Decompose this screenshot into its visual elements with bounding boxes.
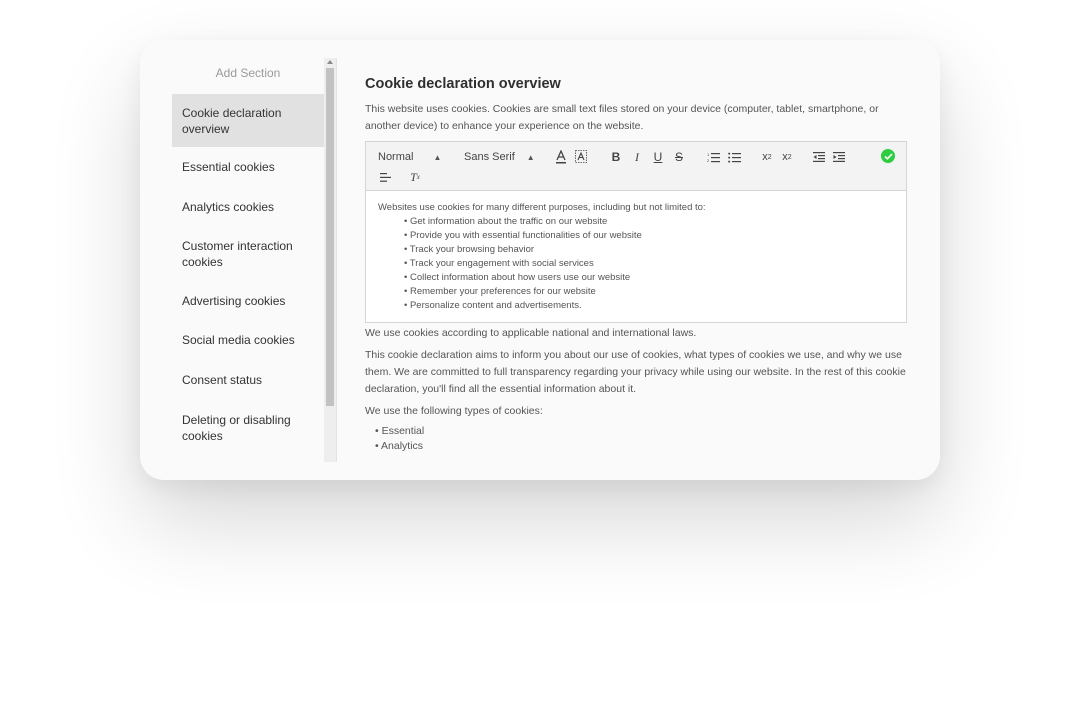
sidebar-item-label: Social media cookies bbox=[182, 333, 295, 347]
list-item: Remember your preferences for our websit… bbox=[404, 285, 894, 299]
list-item: Analytics bbox=[375, 439, 907, 454]
font-select[interactable]: Sans Serif ▲ bbox=[464, 149, 535, 165]
scroll-up-icon[interactable] bbox=[327, 60, 333, 64]
superscript-icon[interactable]: x2 bbox=[779, 148, 795, 166]
editor-intro-text: Websites use cookies for many different … bbox=[378, 202, 706, 213]
sidebar-item-label: Advertising cookies bbox=[182, 293, 286, 308]
list-item: Get information about the traffic on our… bbox=[404, 215, 894, 229]
clear-format-icon[interactable]: Tx bbox=[408, 169, 422, 185]
check-icon[interactable] bbox=[880, 148, 896, 164]
page-title: Cookie declaration overview bbox=[365, 76, 561, 92]
sidebar-scrollbar[interactable] bbox=[324, 58, 336, 462]
editor-list: Get information about the traffic on our… bbox=[378, 215, 894, 313]
section-content: Cookie declaration overview This website… bbox=[365, 72, 907, 464]
outdent-icon[interactable] bbox=[812, 148, 826, 166]
bold-icon[interactable]: B bbox=[610, 148, 622, 166]
cookie-editor-card: Add Section Cookie declaration overview … bbox=[140, 40, 940, 480]
sidebar-item-social-media[interactable]: Social media cookies bbox=[172, 320, 324, 360]
divider bbox=[336, 58, 337, 462]
sidebar-item-consent-status[interactable]: Consent status bbox=[172, 360, 324, 400]
sidebar-item-analytics[interactable]: Analytics cookies bbox=[172, 187, 324, 226]
list-item: Track your browsing behavior bbox=[404, 243, 894, 257]
editor-content[interactable]: Websites use cookies for many different … bbox=[366, 191, 906, 322]
svg-text:2: 2 bbox=[707, 158, 710, 163]
list-item: Personalize content and advertisements. bbox=[404, 299, 894, 313]
rich-text-editor[interactable]: Normal ▲ Sans Serif ▲ B I U S 1 2 x 2 x … bbox=[365, 141, 907, 323]
select-arrows-icon: ▲ bbox=[526, 152, 535, 162]
sidebar-item-label: Consent status bbox=[182, 373, 263, 387]
check-badge bbox=[881, 149, 895, 163]
list-item: Provide you with essential functionaliti… bbox=[404, 229, 894, 243]
align-icon[interactable] bbox=[378, 169, 392, 185]
intro-text: This website uses cookies. Cookies are s… bbox=[365, 103, 879, 132]
declaration-text: This cookie declaration aims to inform y… bbox=[365, 349, 906, 395]
list-item: Collect information about how users use … bbox=[404, 271, 894, 285]
section-sidebar: Add Section Cookie declaration overview … bbox=[172, 58, 324, 462]
sidebar-item-customer-interaction[interactable]: Customer interaction cookies bbox=[172, 226, 324, 281]
sidebar-item-label: Analytics cookies bbox=[182, 199, 275, 214]
cookie-types-list: Essential Analytics bbox=[365, 424, 907, 454]
list-item: Essential bbox=[375, 424, 907, 439]
ordered-list-icon[interactable]: 12 bbox=[706, 148, 720, 166]
format-select-value: Normal bbox=[378, 151, 414, 163]
editor-toolbar: Normal ▲ Sans Serif ▲ B I U S 1 2 x 2 x … bbox=[366, 142, 906, 191]
strikethrough-icon[interactable]: S bbox=[673, 148, 685, 166]
sidebar-item-advertising[interactable]: Advertising cookies bbox=[172, 281, 324, 320]
sidebar-item-essential[interactable]: Essential cookies bbox=[172, 147, 324, 187]
font-color-icon[interactable] bbox=[554, 148, 568, 166]
underline-icon[interactable]: U bbox=[652, 148, 664, 166]
select-arrows-icon: ▲ bbox=[433, 152, 442, 162]
sidebar-item-label: Cookie declaration overview bbox=[182, 105, 282, 136]
scrollbar-thumb[interactable] bbox=[326, 68, 334, 406]
sidebar-item-deleting[interactable]: Deleting or disabling cookies bbox=[172, 400, 324, 455]
italic-icon[interactable]: I bbox=[631, 148, 643, 166]
types-intro-text: We use the following types of cookies: bbox=[365, 405, 543, 417]
sidebar-item-overview[interactable]: Cookie declaration overview bbox=[172, 94, 324, 147]
laws-text: We use cookies according to applicable n… bbox=[365, 327, 697, 339]
sidebar-item-label: Customer interaction cookies bbox=[182, 238, 293, 269]
bullet-list-icon[interactable] bbox=[727, 148, 741, 166]
font-select-value: Sans Serif bbox=[464, 151, 515, 163]
add-section-button[interactable]: Add Section bbox=[172, 58, 324, 94]
subscript-icon[interactable]: x2 bbox=[759, 148, 775, 166]
svg-text:1: 1 bbox=[707, 152, 710, 157]
format-select[interactable]: Normal ▲ bbox=[378, 149, 441, 165]
sidebar-item-label: Essential cookies bbox=[182, 160, 275, 174]
sidebar-item-label: Deleting or disabling cookies bbox=[182, 412, 291, 443]
indent-icon[interactable] bbox=[832, 148, 846, 166]
background-color-icon[interactable] bbox=[574, 148, 588, 166]
list-item: Track your engagement with social servic… bbox=[404, 257, 894, 271]
